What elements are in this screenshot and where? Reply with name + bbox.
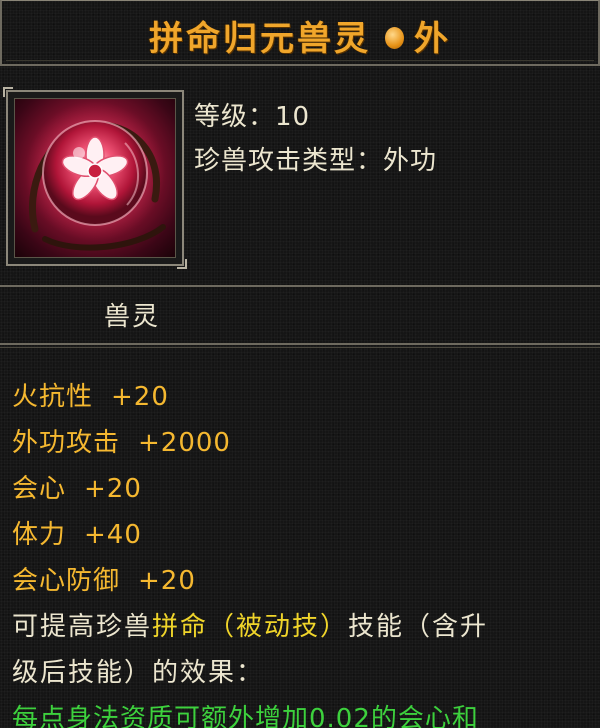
attack-type-row: 珍兽攻击类型：外功 [194,140,437,177]
stat-value: +20 [138,566,196,596]
description-prefix: 可提高珍兽 [12,612,153,642]
item-title-suffix: 外 [414,19,451,59]
stat-label: 外功攻击 [12,428,121,458]
title-bar: 拼命归元兽灵 外 [0,0,600,66]
section-divider [0,343,600,345]
item-title-name: 拼命归元兽灵 [149,19,371,59]
section-divider-thin [0,347,600,348]
level-label: 等级： [194,102,276,132]
description-suffix: 技能（含升 [348,612,489,642]
stat-label: 体力 [12,520,67,550]
stat-value: +40 [84,520,142,550]
stat-row: 火抗性 +20 [12,376,169,413]
section-divider [0,285,600,287]
skill-name-highlight: 拼命（被动技） [152,612,349,642]
skill-description-line: 可提高珍兽拼命（被动技）技能（含升 [12,606,488,643]
item-icon-frame [3,87,187,269]
stat-value: +20 [84,474,142,504]
attack-type-value: 外功 [383,146,438,176]
item-name: 兽灵 [104,302,161,332]
title-dot-icon [385,26,404,49]
stat-row: 外功攻击 +2000 [12,422,231,459]
stat-value: +2000 [138,428,231,458]
stat-row: 体力 +40 [12,514,142,551]
attack-type-label: 珍兽攻击类型： [194,146,384,176]
stat-row: 会心防御 +20 [12,560,196,597]
item-tooltip: 拼命归元兽灵 外 等级：10 珍兽攻击类型：外功 兽灵 火抗性 +20 外功攻击 … [0,0,600,728]
level-value: 10 [275,102,311,132]
stat-label: 会心防御 [12,566,121,596]
level-row: 等级：10 [194,96,310,133]
flower-orb-icon [14,98,176,258]
effect-description-line: 每点身法资质可额外增加0.02的会心和 [12,704,479,728]
stat-row: 会心 +20 [12,468,142,505]
stat-label: 火抗性 [12,382,94,412]
stat-value: +20 [111,382,169,412]
stat-label: 会心 [12,474,67,504]
skill-description-line: 级后技能）的效果： [12,658,265,688]
item-title: 拼命归元兽灵 外 [2,11,598,60]
